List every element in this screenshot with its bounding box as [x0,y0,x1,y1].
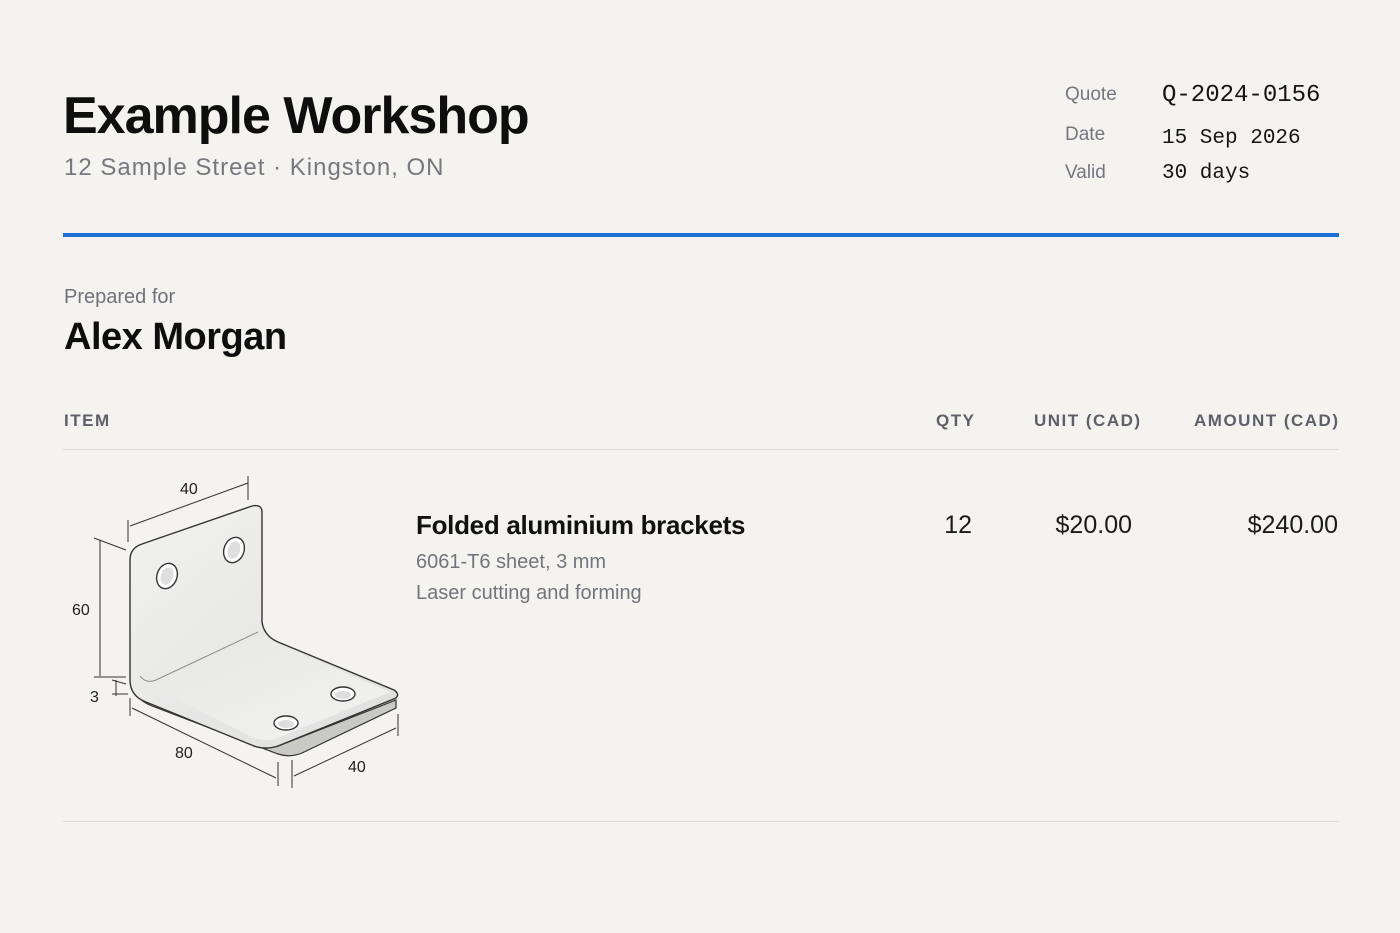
dim-thickness: 3 [90,689,99,706]
column-header-unit: UNIT (CAD) [1034,411,1142,430]
item-qty: 12 [944,511,972,539]
table-footer-rule [63,821,1339,822]
column-header-item: ITEM [64,411,111,430]
item-unit-price: $20.00 [1055,511,1132,539]
date-value: 15 Sep 2026 [1162,127,1301,150]
company-address: 12 Sample Street · Kingston, ON [64,154,445,181]
date-label: Date [1065,124,1106,145]
quote-number: Q-2024-0156 [1162,82,1321,109]
dim-top-width: 40 [180,481,198,498]
item-spec: 6061-T6 sheet, 3 mm [416,551,607,573]
dim-depth: 40 [348,759,366,776]
item-amount: $240.00 [1247,511,1338,539]
valid-value: 30 days [1162,162,1251,185]
quote-label: Quote [1065,84,1117,105]
bracket-drawing-icon: 40 60 3 80 40 [72,476,399,788]
item-process: Laser cutting and forming [416,582,642,604]
table-header-rule [63,449,1339,450]
valid-label: Valid [1065,162,1106,183]
header-divider [63,233,1339,237]
dim-length: 80 [175,745,193,762]
column-header-qty: QTY [936,411,976,430]
item-title: Folded aluminium brackets [416,510,746,540]
prepared-for-label: Prepared for [64,286,176,308]
dim-height: 60 [72,602,90,619]
client-name: Alex Morgan [64,316,287,358]
column-header-amount: AMOUNT (CAD) [1194,411,1340,430]
company-name: Example Workshop [63,87,530,145]
